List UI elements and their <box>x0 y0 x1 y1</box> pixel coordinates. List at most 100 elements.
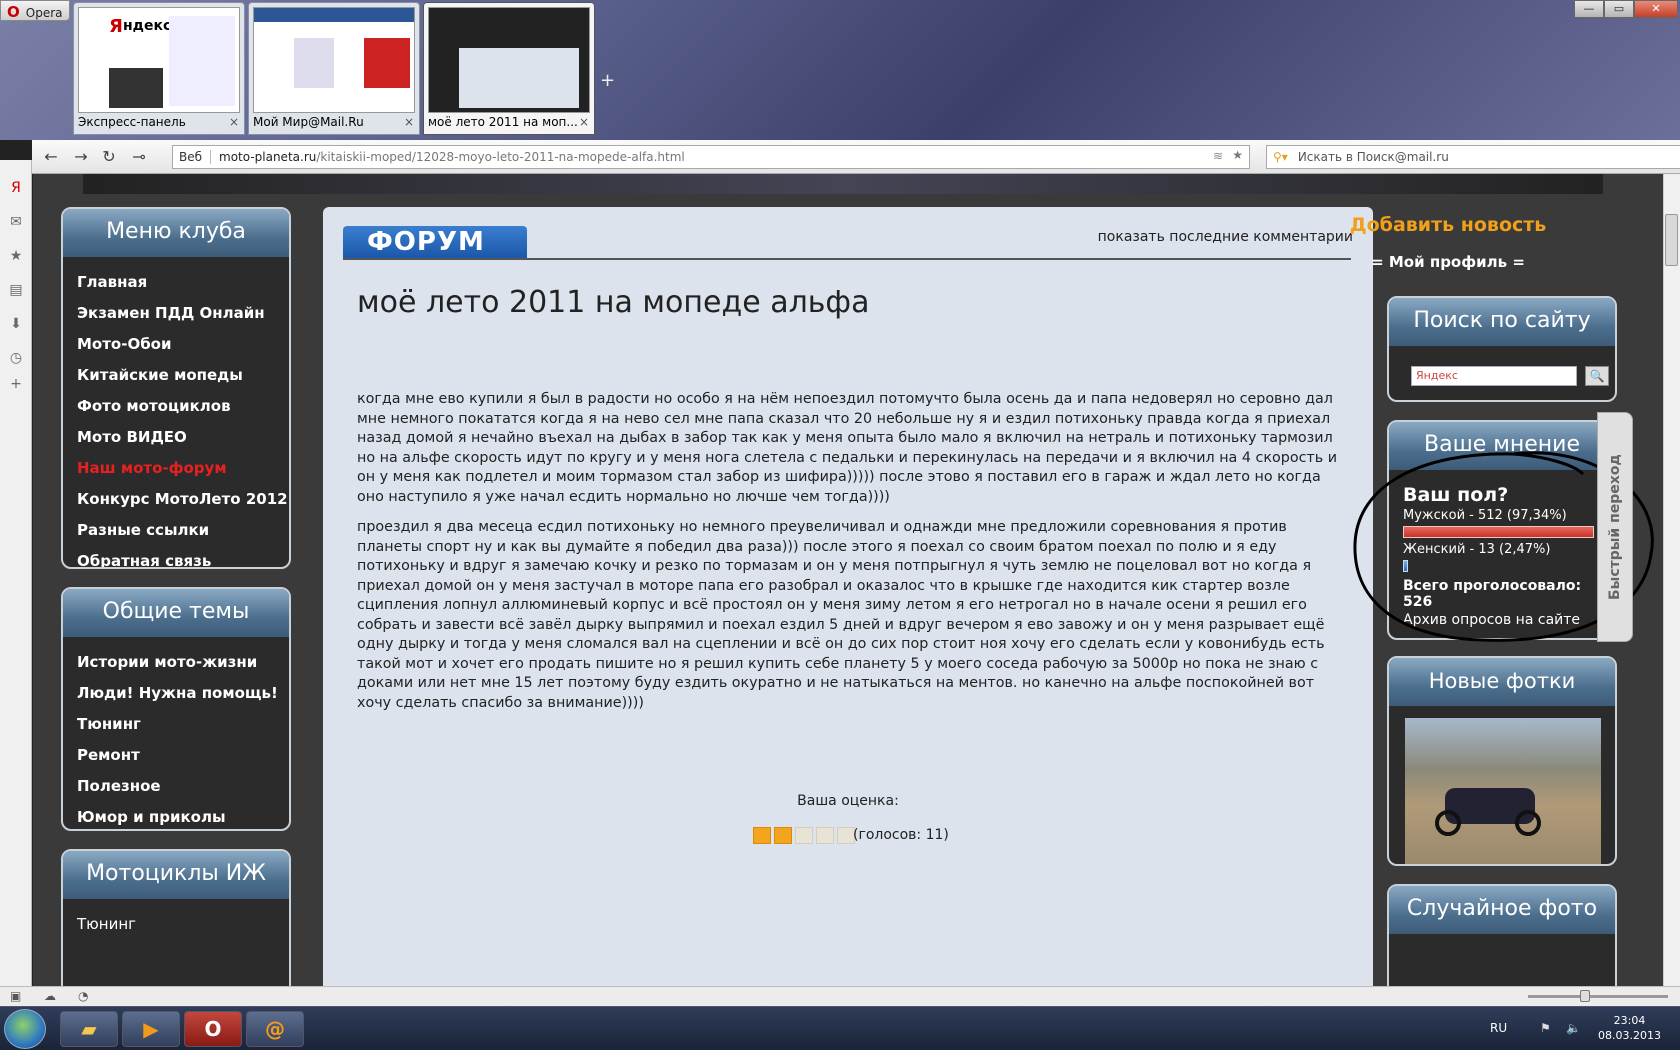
menu-item-contest[interactable]: Конкурс МотоЛето 2012 <box>77 484 288 515</box>
menu-item-moto-video[interactable]: Мото ВИДЕО <box>77 422 275 453</box>
izh-title: Мотоциклы ИЖ <box>63 851 289 899</box>
izh-box: Мотоциклы ИЖ Тюнинг <box>61 849 291 986</box>
rating-star[interactable] <box>795 827 813 844</box>
tab-close-button[interactable]: × <box>404 115 414 129</box>
tab-current-page[interactable]: моё лето 2011 на моп... × <box>423 2 595 135</box>
rating-label: Ваша оценка: <box>797 793 899 809</box>
side-panel: Я ✉ ★ ▤ ⬇ ◷ + <box>0 160 32 992</box>
tab-express-panel[interactable]: Я ндекс Экспресс-панель × <box>73 2 245 135</box>
bookmarks-star-icon[interactable]: ★ <box>8 248 24 264</box>
menu-item-wallpapers[interactable]: Мото-Обои <box>77 329 275 360</box>
back-arrow-icon[interactable]: ← <box>40 148 62 168</box>
topic-item[interactable]: Юмор и приколы <box>77 802 275 829</box>
menu-item-chinese-mopeds[interactable]: Китайские мопеды <box>77 360 275 391</box>
downloads-icon[interactable]: ⬇ <box>8 316 24 332</box>
reload-icon[interactable]: ↻ <box>98 148 120 168</box>
search-engine-icon: ⚲▾ <box>1273 150 1288 164</box>
mail-icon[interactable]: ✉ <box>8 214 24 230</box>
menu-item-moto-photos[interactable]: Фото мотоциклов <box>77 391 275 422</box>
language-indicator[interactable]: RU <box>1490 1021 1507 1035</box>
zoom-slider[interactable] <box>1528 990 1668 1002</box>
speed-dial-icon[interactable]: ◔ <box>78 989 88 1003</box>
topic-item[interactable]: Истории мото-жизни <box>77 647 275 678</box>
opera-taskbar-icon[interactable]: O <box>184 1011 242 1047</box>
vertical-scrollbar[interactable] <box>1663 174 1680 986</box>
votes-count: (голосов: 11) <box>853 827 949 843</box>
post-paragraph: когда мне ево купили я был в радости но … <box>357 391 1338 505</box>
tab-strip: O Opera — ▭ ✕ Я ндекс Экспресс-панель × М… <box>0 0 1680 140</box>
general-topics-box: Общие темы Истории мото-жизни Люди! Нужн… <box>61 587 291 831</box>
general-topics-title: Общие темы <box>63 589 289 637</box>
my-profile-link[interactable]: = Мой профиль = <box>1343 253 1553 271</box>
tray-flag-icon[interactable]: ⚑ <box>1540 1021 1551 1035</box>
search-input[interactable]: ⚲▾ Искать в Поиск@mail.ru <box>1266 145 1680 169</box>
rating-star[interactable] <box>774 827 792 844</box>
rating-star[interactable] <box>753 827 771 844</box>
tab-close-button[interactable]: × <box>229 115 239 129</box>
bookmark-star-icon[interactable]: ★ <box>1232 148 1243 162</box>
windows-taskbar: ▰ ▶ O @ RU ⚑ 🔈 23:04 08.03.2013 <box>0 1006 1680 1050</box>
menu-item-forum[interactable]: Наш мото-форум <box>77 453 275 484</box>
post-paragraph: проездил я два месеца есдил потихоньку н… <box>357 519 1325 711</box>
rating-star[interactable] <box>816 827 834 844</box>
search-button[interactable]: 🔍 <box>1585 366 1609 386</box>
topic-item[interactable]: Полезное <box>77 771 275 802</box>
media-player-icon[interactable]: ▶ <box>122 1011 180 1047</box>
minimize-button[interactable]: — <box>1574 0 1604 18</box>
tab-thumbnail: Я ндекс <box>78 7 240 113</box>
windows-start-button[interactable] <box>4 1009 46 1049</box>
tab-close-button[interactable]: × <box>579 115 589 129</box>
add-panel-icon[interactable]: + <box>8 376 24 392</box>
yandex-icon[interactable]: Я <box>8 180 24 196</box>
address-input[interactable]: Веб moto-planeta.ru/kitaiskii-moped/12028… <box>172 145 1250 169</box>
forward-arrow-icon[interactable]: → <box>70 148 92 168</box>
scrollbar-thumb[interactable] <box>1665 214 1678 266</box>
forum-divider <box>343 258 1351 260</box>
random-photo-box: Случайное фото <box>1387 884 1617 986</box>
web-badge: Веб <box>179 150 212 164</box>
yandex-search-input[interactable]: Яндекс <box>1411 366 1577 386</box>
tab-thumbnail <box>428 7 590 113</box>
notes-icon[interactable]: ▤ <box>8 282 24 298</box>
status-bar: ▣ ☁ ◔ <box>0 986 1680 1006</box>
site-banner <box>83 174 1603 194</box>
menu-item-home[interactable]: Главная <box>77 267 275 298</box>
topic-item[interactable]: Люди! Нужна помощь! <box>77 678 278 709</box>
turbo-cloud-icon[interactable]: ☁ <box>44 989 56 1003</box>
izh-item[interactable]: Тюнинг <box>77 909 275 940</box>
topic-item[interactable]: Тюнинг <box>77 709 275 740</box>
add-news-link[interactable]: Добавить новость <box>1343 214 1553 236</box>
forum-badge: ФОРУМ <box>343 226 527 258</box>
opera-logo-icon: O <box>7 3 20 21</box>
panel-toggle-icon[interactable]: ▣ <box>10 989 21 1003</box>
close-window-button[interactable]: ✕ <box>1634 0 1678 18</box>
key-icon[interactable]: ⊸ <box>128 148 150 168</box>
menu-item-feedback[interactable]: Обратная связь <box>77 546 275 567</box>
maximize-button[interactable]: ▭ <box>1604 0 1634 18</box>
rating-stars <box>753 827 858 848</box>
tab-thumbnail <box>253 7 415 113</box>
menu-item-pdd-exam[interactable]: Экзамен ПДД Онлайн <box>77 298 275 329</box>
post-content: ФОРУМ показать последние комментарии моё… <box>323 207 1373 986</box>
club-menu-title: Меню клуба <box>63 209 289 257</box>
gallery-title: Новые фотки галереи <box>1389 658 1615 739</box>
topic-item[interactable]: Ремонт <box>77 740 275 771</box>
web-page: Меню клуба Главная Экзамен ПДД Онлайн Мо… <box>33 174 1663 986</box>
fast-go-tab[interactable]: Быстрый переход <box>1597 412 1633 642</box>
opera-menu-button[interactable]: O Opera <box>0 0 70 21</box>
system-clock[interactable]: 23:04 08.03.2013 <box>1598 1013 1661 1043</box>
rss-icon[interactable]: ≋ <box>1213 149 1223 163</box>
new-tab-button[interactable]: + <box>600 70 615 91</box>
site-search-box: Поиск по сайту Яндекс 🔍 <box>1387 296 1617 402</box>
izh-list: Тюнинг <box>63 899 289 950</box>
zoom-slider-handle[interactable] <box>1580 990 1590 1002</box>
mail-agent-icon[interactable]: @ <box>246 1011 304 1047</box>
tab-moi-mir[interactable]: Мой Мир@Mail.Ru × <box>248 2 420 135</box>
menu-item-links[interactable]: Разные ссылки <box>77 515 275 546</box>
explorer-folder-icon[interactable]: ▰ <box>60 1011 118 1047</box>
last-comments-link[interactable]: показать последние комментарии <box>1098 229 1353 245</box>
volume-icon[interactable]: 🔈 <box>1566 1021 1581 1035</box>
history-clock-icon[interactable]: ◷ <box>8 350 24 366</box>
club-menu-box: Меню клуба Главная Экзамен ПДД Онлайн Мо… <box>61 207 291 569</box>
gallery-photo[interactable] <box>1405 718 1601 864</box>
